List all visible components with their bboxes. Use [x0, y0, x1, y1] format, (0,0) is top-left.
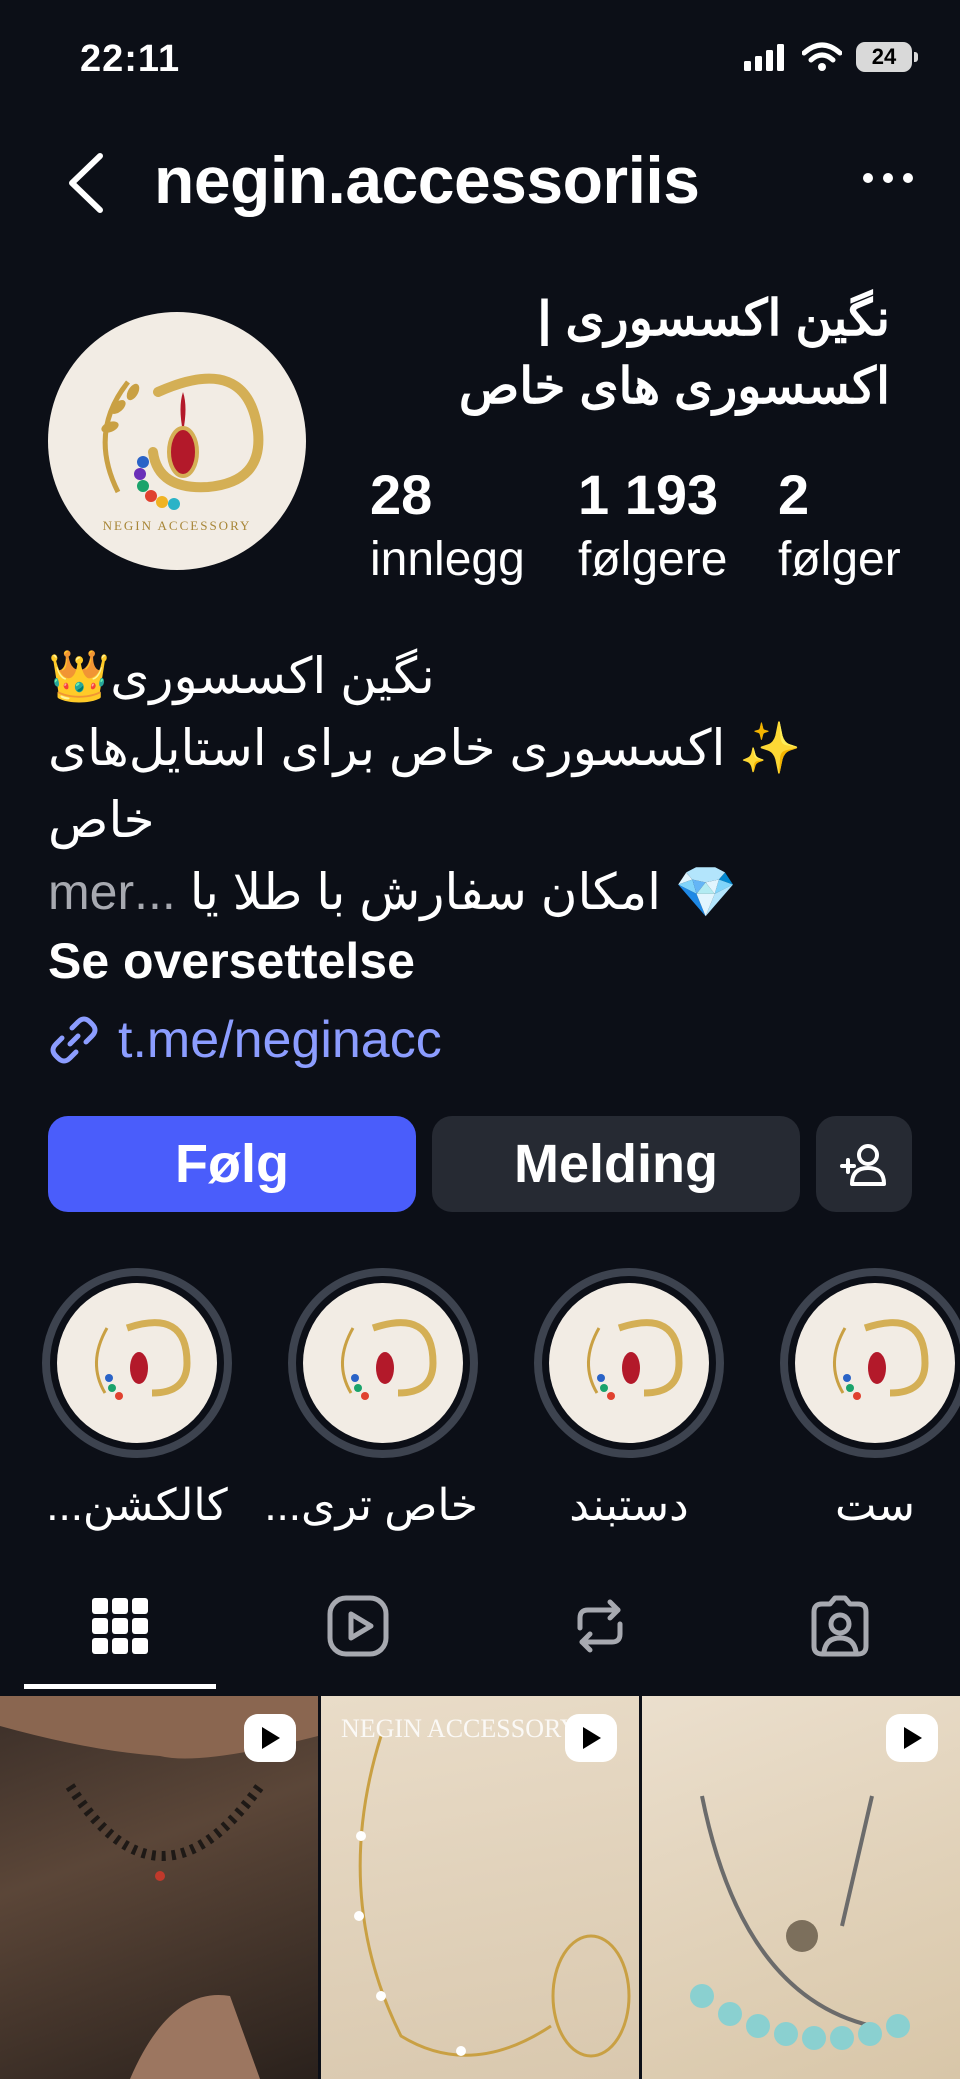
grid-post[interactable]	[0, 1696, 318, 2079]
highlight-item[interactable]: دستبند	[534, 1268, 724, 1531]
stat-posts[interactable]: 28 innlegg	[370, 462, 525, 592]
add-person-icon	[840, 1144, 886, 1186]
highlight-label: خاص تری...	[264, 1481, 478, 1530]
grid-post[interactable]	[642, 1696, 960, 2079]
bio-external-link[interactable]: t.me/neginacc	[48, 1010, 442, 1070]
profile-name-line1: نگین اکسسوری |	[537, 290, 890, 346]
bio-line2: ✨ اکسسوری خاص برای استایل‌های	[48, 720, 802, 776]
stat-following-label: følger	[778, 533, 901, 586]
highlight-label: دستبند	[569, 1481, 689, 1530]
highlight-cover	[303, 1283, 463, 1443]
message-button[interactable]: Melding	[432, 1116, 800, 1212]
play-icon	[583, 1727, 601, 1749]
watermark-text: NEGIN ACCESSORY	[341, 1714, 579, 1743]
play-icon	[262, 1727, 280, 1749]
suggested-users-button[interactable]	[816, 1116, 912, 1212]
follow-button[interactable]: Følg	[48, 1116, 416, 1212]
highlight-ring	[780, 1268, 960, 1458]
stat-posts-value: 28	[370, 463, 433, 526]
link-text: t.me/neginacc	[118, 1011, 442, 1069]
highlight-label: ست	[834, 1481, 916, 1530]
highlight-item[interactable]: کالکشن...	[42, 1268, 232, 1531]
link-icon	[50, 1016, 98, 1064]
stat-posts-label: innlegg	[370, 533, 525, 586]
highlight-ring	[534, 1268, 724, 1458]
logo-text: NEGIN ACCESSORY	[102, 518, 252, 533]
highlight-ring	[288, 1268, 478, 1458]
stat-following[interactable]: 2 følger	[778, 462, 901, 592]
profile-avatar[interactable]: NEGIN ACCESSORY	[48, 312, 306, 570]
highlight-cover	[549, 1283, 709, 1443]
play-icon	[904, 1727, 922, 1749]
highlight-item[interactable]: خاص تری...	[264, 1268, 478, 1531]
bio-line4-text: 💎 امکان سفارش با طلا یا	[189, 864, 738, 920]
grid-icon[interactable]	[88, 1594, 152, 1658]
back-chevron-icon[interactable]	[56, 148, 116, 218]
bio-line1: نگین اکسسوری👑	[48, 648, 435, 704]
active-tab-indicator	[24, 1684, 216, 1689]
reel-indicator	[886, 1714, 938, 1762]
see-translation-link[interactable]: Se oversettelse	[48, 932, 415, 990]
reel-indicator	[244, 1714, 296, 1762]
profile-username: negin.accessoriis	[154, 143, 700, 217]
battery-level: 24	[871, 44, 897, 69]
bio-more-link[interactable]: ...mer	[48, 864, 176, 920]
reposts-icon[interactable]	[568, 1594, 632, 1658]
grid-post[interactable]: NEGIN ACCESSORY	[321, 1696, 639, 2079]
profile-display-name: نگین اکسسوری | اکسسوری های خاص	[370, 284, 890, 420]
highlight-label: کالکشن...	[46, 1481, 228, 1530]
battery-indicator: 24	[856, 42, 918, 72]
profile-name-line2: اکسسوری های خاص	[458, 358, 890, 414]
tagged-icon[interactable]	[808, 1594, 872, 1658]
bio-line3: خاص	[48, 792, 155, 848]
profile-bio: نگین اکسسوری👑 ✨ اکسسوری خاص برای استایل‌…	[48, 640, 888, 928]
signal-icon	[744, 44, 784, 71]
wifi-icon	[802, 42, 842, 71]
status-icons: 24	[744, 42, 918, 72]
stat-followers[interactable]: 1 193 følgere	[578, 462, 727, 592]
highlight-cover	[795, 1283, 955, 1443]
reel-indicator	[565, 1714, 617, 1762]
stat-followers-value: 1 193	[578, 463, 719, 526]
more-options-icon[interactable]	[860, 170, 916, 186]
stat-following-value: 2	[778, 463, 810, 526]
highlight-item[interactable]: ست	[780, 1268, 960, 1531]
status-time: 22:11	[80, 38, 181, 80]
bio-line4: 💎 امکان سفارش با طلا یا ...mer	[48, 856, 888, 928]
stat-followers-label: følgere	[578, 533, 728, 586]
highlight-cover	[57, 1283, 217, 1443]
highlight-ring	[42, 1268, 232, 1458]
reels-icon[interactable]	[326, 1594, 390, 1658]
